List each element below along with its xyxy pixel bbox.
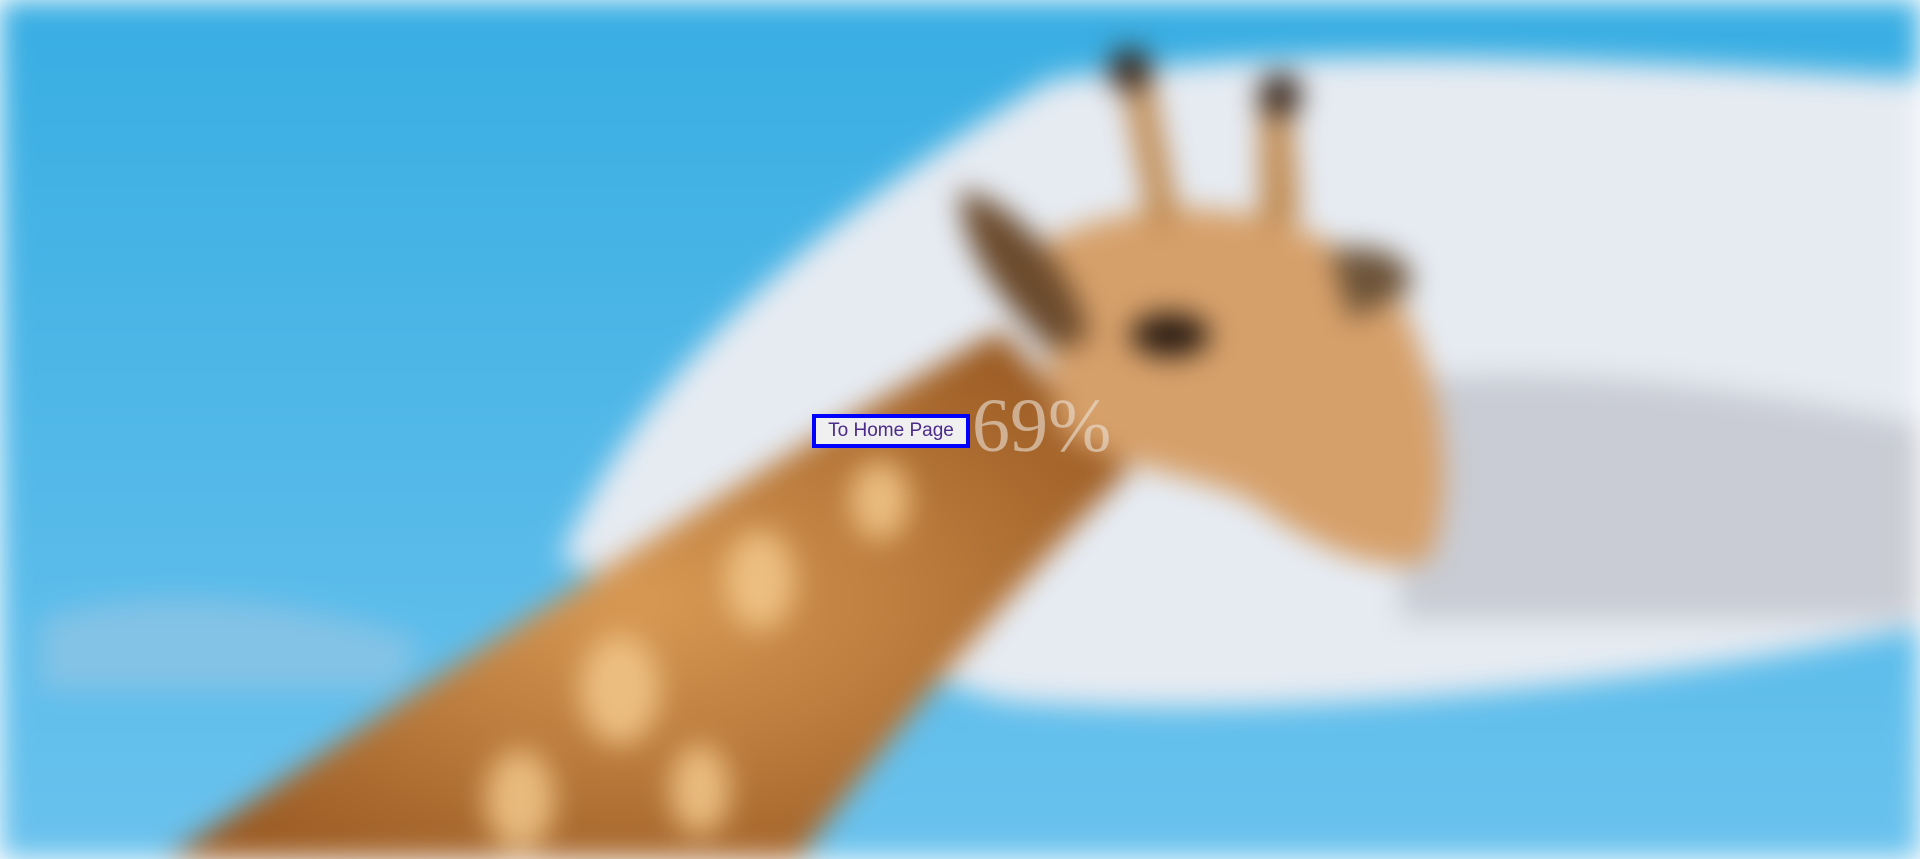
home-page-button[interactable]: To Home Page — [812, 414, 970, 448]
progress-percentage: 69% — [972, 384, 1112, 468]
